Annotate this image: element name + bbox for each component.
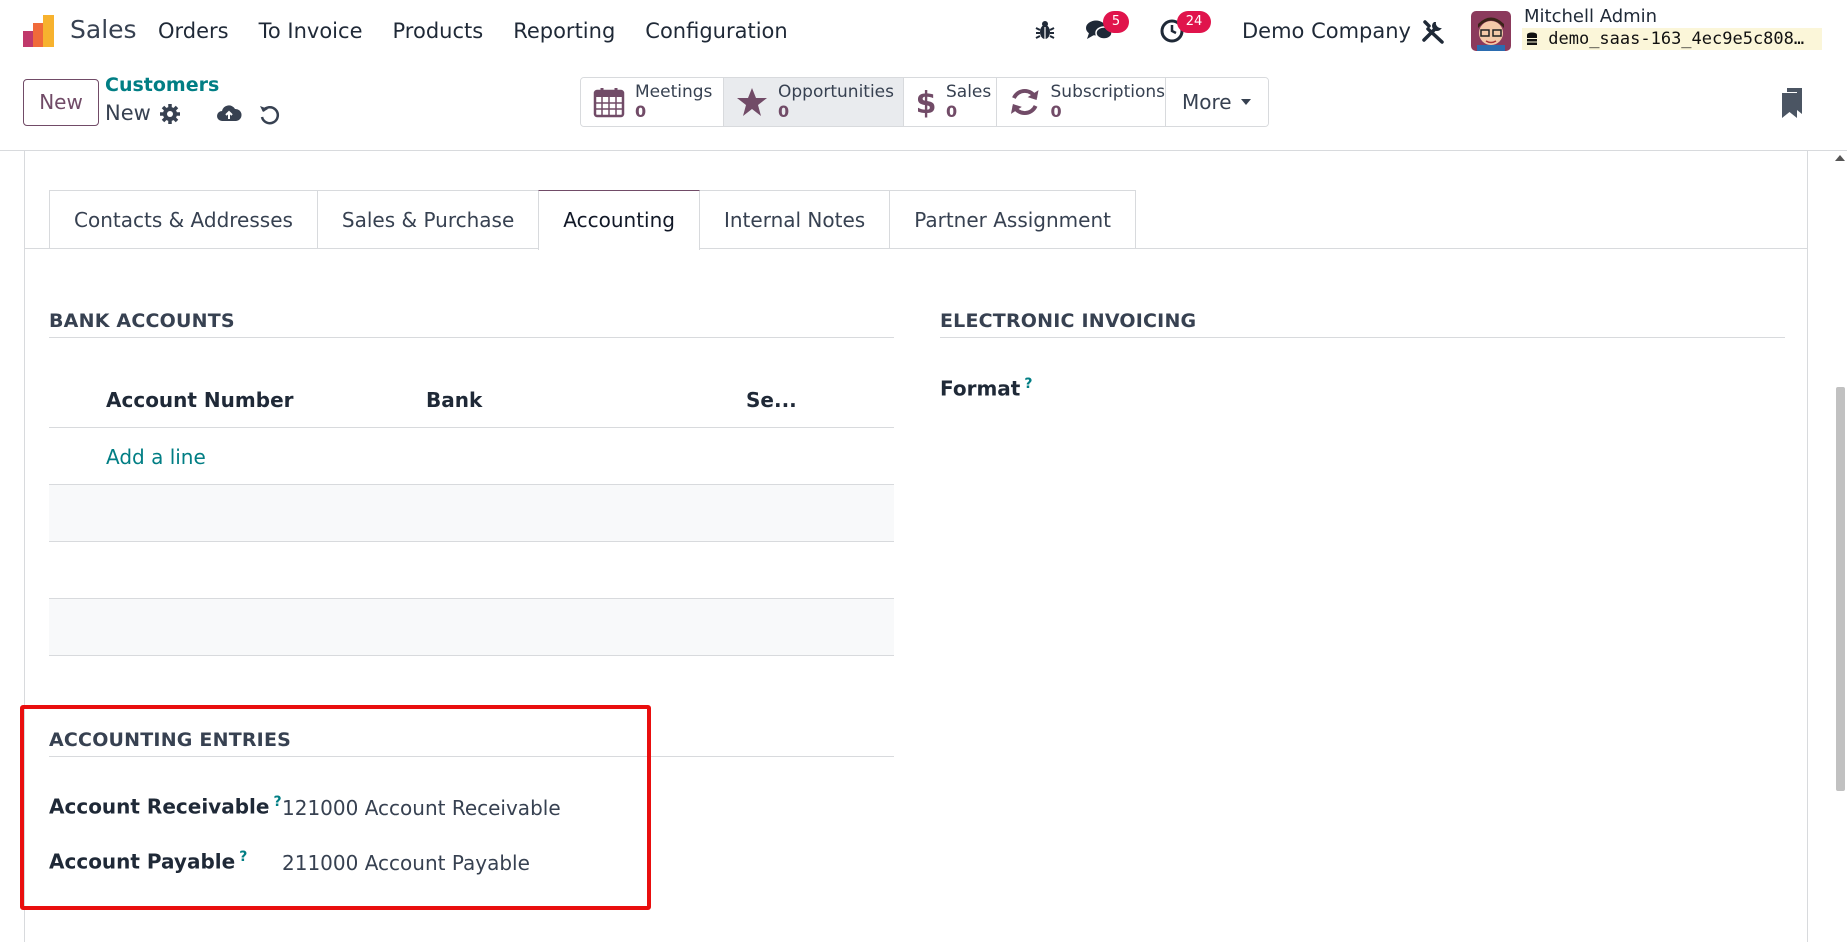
breadcrumb-customers[interactable]: Customers: [105, 74, 219, 96]
subscriptions-count: 0: [1050, 102, 1062, 121]
menu-to-invoice[interactable]: To Invoice: [259, 19, 363, 43]
menu-orders[interactable]: Orders: [158, 19, 229, 43]
messages-count-badge: 5: [1103, 11, 1129, 33]
debug-tools-icon[interactable]: [1420, 18, 1446, 44]
company-switcher[interactable]: Demo Company: [1242, 19, 1411, 43]
table-header-divider: [49, 427, 894, 428]
column-account-number[interactable]: Account Number: [106, 388, 294, 412]
table-row-divider: [49, 655, 894, 656]
format-label-text: Format: [940, 376, 1021, 401]
app-name[interactable]: Sales: [70, 15, 137, 44]
sales-app-logo-icon[interactable]: [21, 13, 57, 49]
bug-icon[interactable]: [1033, 18, 1057, 42]
new-button[interactable]: New: [23, 79, 99, 126]
electronic-invoicing-title: ELECTRONIC INVOICING: [940, 310, 1197, 332]
electronic-invoicing-rule: [940, 337, 1785, 338]
menu-reporting[interactable]: Reporting: [513, 19, 615, 43]
more-dropdown-button[interactable]: More: [1166, 78, 1268, 126]
scrollbar-thumb[interactable]: [1836, 387, 1845, 791]
dollar-icon: $: [916, 86, 936, 118]
tabs-divider: [25, 248, 1807, 249]
tab-sales-purchase[interactable]: Sales & Purchase: [316, 190, 540, 249]
meetings-count: 0: [635, 102, 647, 121]
database-name: demo_saas-163_4ec9e5c808…: [1522, 28, 1822, 50]
user-avatar[interactable]: [1471, 11, 1511, 51]
table-row: [49, 599, 894, 655]
tab-partner-assignment[interactable]: Partner Assignment: [889, 190, 1136, 249]
gear-icon[interactable]: [159, 103, 181, 125]
database-icon: [1527, 32, 1537, 45]
smart-button-subscriptions[interactable]: Subscriptions 0: [997, 78, 1166, 126]
refresh-icon: [1010, 89, 1039, 115]
format-label: Format?: [940, 376, 1032, 401]
more-label: More: [1182, 90, 1232, 114]
bank-accounts-rule: [49, 337, 894, 338]
smart-buttons: Meetings 0 Opportunities 0 $ Sales 0 Sub…: [580, 77, 1269, 127]
notebook-tabs: Contacts & Addresses Sales & Purchase Ac…: [49, 190, 1136, 250]
tab-accounting[interactable]: Accounting: [538, 190, 700, 250]
column-send-money[interactable]: Se...: [746, 388, 797, 412]
sales-label: Sales: [946, 82, 992, 102]
breadcrumb-current: New: [105, 101, 151, 125]
menu-products[interactable]: Products: [393, 19, 484, 43]
tab-internal-notes[interactable]: Internal Notes: [698, 190, 891, 249]
subscriptions-label: Subscriptions: [1050, 82, 1165, 102]
opportunities-count: 0: [778, 102, 790, 121]
main-menu: Orders To Invoice Products Reporting Con…: [158, 19, 818, 43]
table-row: [49, 485, 894, 541]
scrollbar[interactable]: [1832, 151, 1847, 942]
bank-accounts-title: BANK ACCOUNTS: [49, 310, 235, 332]
meetings-label: Meetings: [635, 82, 713, 102]
table-row-divider: [49, 541, 894, 542]
svg-text:$: $: [916, 86, 936, 118]
add-a-line-link[interactable]: Add a line: [106, 445, 206, 469]
smart-button-opportunities[interactable]: Opportunities 0: [724, 78, 904, 126]
discard-undo-icon[interactable]: [258, 103, 280, 125]
opportunities-label: Opportunities: [778, 82, 894, 102]
calendar-icon: [593, 88, 625, 118]
activities-count-badge: 24: [1177, 11, 1211, 33]
tab-contacts-addresses[interactable]: Contacts & Addresses: [49, 190, 318, 249]
sales-count: 0: [946, 102, 958, 121]
format-help-icon[interactable]: ?: [1024, 376, 1032, 392]
save-cloud-icon[interactable]: [216, 103, 242, 125]
user-name[interactable]: Mitchell Admin: [1524, 6, 1657, 27]
caret-down-icon: [1240, 99, 1251, 105]
menu-configuration[interactable]: Configuration: [645, 19, 787, 43]
top-navbar: Sales Orders To Invoice Products Reporti…: [0, 0, 1847, 61]
smart-button-sales[interactable]: $ Sales 0: [904, 78, 997, 126]
smart-button-meetings[interactable]: Meetings 0: [581, 78, 724, 126]
scroll-up-arrow-icon[interactable]: [1835, 155, 1845, 161]
column-bank[interactable]: Bank: [426, 388, 482, 412]
bookmark-icon[interactable]: [1780, 86, 1804, 120]
database-name-text: demo_saas-163_4ec9e5c808…: [1548, 29, 1805, 49]
control-panel: New Customers New Meetings 0 Opportuniti…: [0, 61, 1847, 151]
highlight-box: [20, 705, 651, 910]
star-icon: [737, 88, 767, 116]
